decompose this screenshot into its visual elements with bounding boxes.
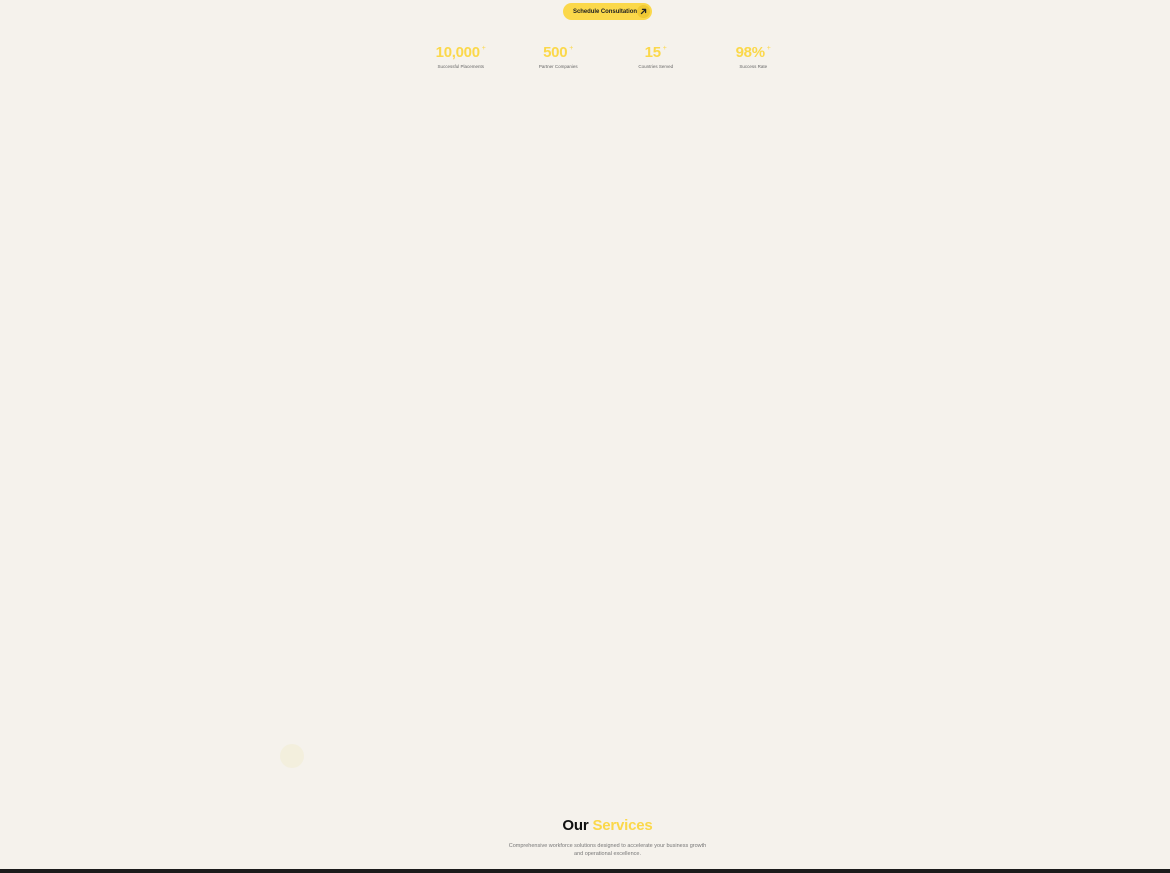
services-heading-part2: Services xyxy=(592,817,653,834)
services-heading: Our Services xyxy=(0,816,1170,836)
schedule-consultation-label: Schedule Consultation xyxy=(573,8,637,15)
stat-partners: 500 + Partner Companies xyxy=(510,44,608,69)
stat-suffix: + xyxy=(766,45,771,52)
footer-band xyxy=(0,869,1170,873)
decorative-circle xyxy=(280,744,304,768)
stat-value: 98% xyxy=(735,44,765,61)
stat-label: Successful Placements xyxy=(437,64,485,69)
stat-placements: 10,000 + Successful Placements xyxy=(412,44,510,69)
stat-label: Success Rate xyxy=(739,64,768,69)
stat-label: Countries Served xyxy=(638,64,674,69)
stat-value: 15 xyxy=(644,44,661,61)
stat-value: 10,000 xyxy=(435,44,480,61)
stat-countries: 15 + Countries Served xyxy=(607,44,705,69)
arrow-up-right-icon xyxy=(637,5,650,18)
services-subtitle: Comprehensive workforce solutions design… xyxy=(482,842,733,858)
schedule-consultation-button[interactable]: Schedule Consultation xyxy=(563,3,652,20)
stat-suffix: + xyxy=(481,45,486,52)
stat-suffix: + xyxy=(569,45,574,52)
services-subtitle-line2: and operational excellence. xyxy=(574,851,641,857)
stats-row: 10,000 + Successful Placements 500 + Par… xyxy=(412,44,802,69)
services-subtitle-line1: Comprehensive workforce solutions design… xyxy=(508,843,707,849)
stat-suffix: + xyxy=(662,45,667,52)
stat-label: Partner Companies xyxy=(538,64,578,69)
services-heading-part1: Our xyxy=(562,817,589,834)
stat-value: 500 xyxy=(543,44,568,61)
stat-success-rate: 98% + Success Rate xyxy=(705,44,803,69)
